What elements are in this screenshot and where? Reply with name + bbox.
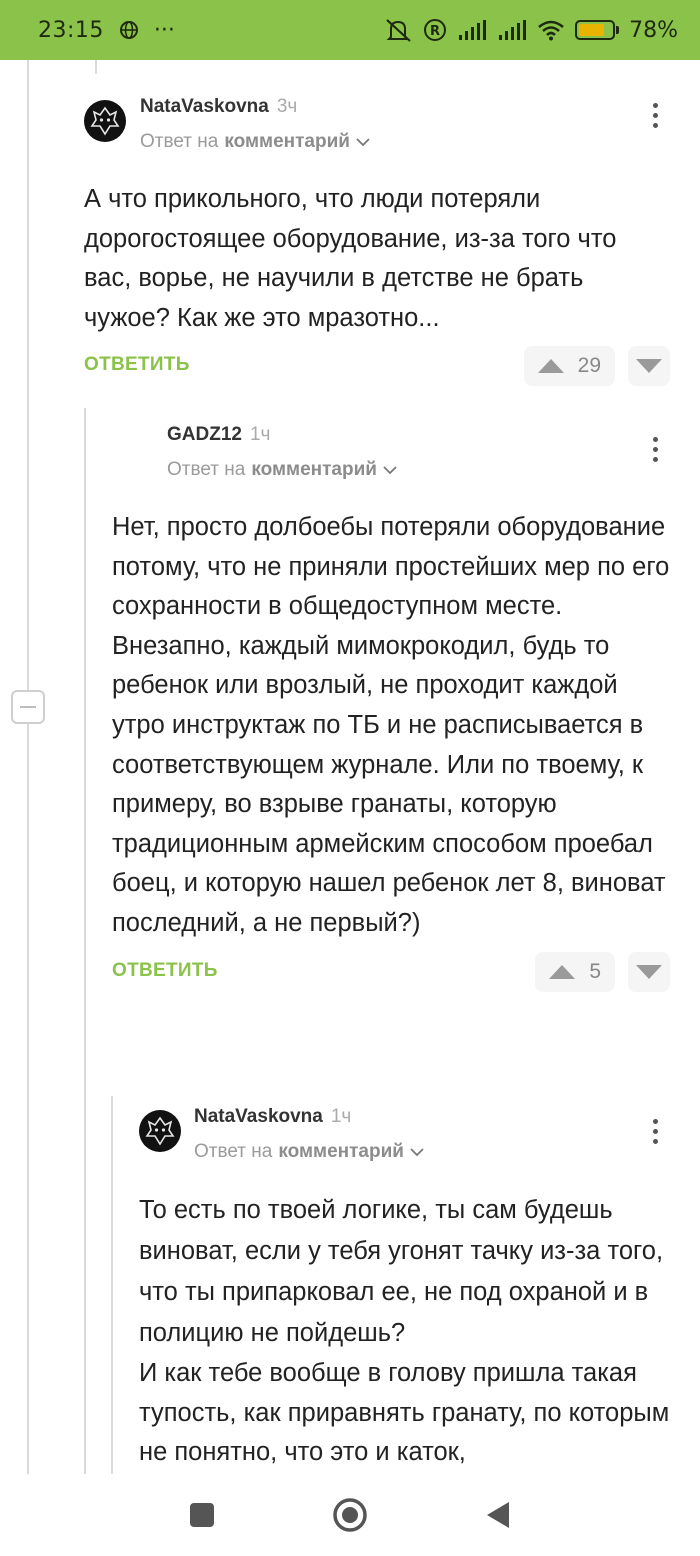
battery-icon xyxy=(575,20,620,40)
back-button[interactable] xyxy=(480,1497,516,1533)
thread-line-level-1 xyxy=(84,408,86,1474)
thread-line-level-2 xyxy=(111,1096,113,1474)
reply-to-link[interactable]: Ответ на комментарий xyxy=(194,1141,424,1163)
thread-line-root xyxy=(27,60,29,1474)
reply-button[interactable]: ОТВЕТИТЬ xyxy=(112,960,218,982)
more-notifications-icon: ··· xyxy=(153,17,175,43)
battery-label: 78% xyxy=(629,17,678,43)
chevron-down-icon xyxy=(383,466,397,475)
comment-paragraph: То есть по твоей логике, ты сам будешь в… xyxy=(139,1196,664,1347)
signal-icon-1 xyxy=(457,19,487,41)
arrow-up-icon xyxy=(549,964,576,979)
square-icon xyxy=(190,1503,214,1527)
comment-paragraph: И как тебе вообще в голову пришла такая … xyxy=(139,1359,670,1467)
thread-line-root-cap xyxy=(95,60,97,74)
arrow-down-icon xyxy=(636,359,662,374)
alarm-off-icon xyxy=(383,17,413,43)
comment: GADZ12 1ч Ответ на комментарий Нет, прост… xyxy=(112,424,670,996)
comment-text: Нет, просто долбоебы потеряли оборудован… xyxy=(112,513,670,937)
comment-author[interactable]: GADZ12 xyxy=(167,424,242,445)
reply-to-link[interactable]: Ответ на комментарий xyxy=(167,459,397,481)
registered-icon: R xyxy=(423,18,447,42)
circle-home-icon xyxy=(333,1498,367,1532)
signal-icon-2 xyxy=(497,19,527,41)
comment-actions: ОТВЕТИТЬ 5 xyxy=(112,951,670,996)
collapse-thread-button[interactable] xyxy=(11,690,45,724)
reply-to-prefix: Ответ на xyxy=(194,1141,273,1162)
status-time: 23:15 xyxy=(38,17,104,43)
comment-text: То есть по твоей логике, ты сам будешь в… xyxy=(139,1190,670,1473)
comment-time: 3ч xyxy=(276,96,298,117)
more-options-icon[interactable] xyxy=(640,90,670,140)
chevron-down-icon xyxy=(356,138,370,147)
comment-author[interactable]: NataVaskovna xyxy=(194,1106,323,1127)
rating-count: 29 xyxy=(577,354,601,378)
wolf-medallion-icon xyxy=(90,106,120,136)
downvote-button[interactable] xyxy=(628,951,670,992)
comment-actions: ОТВЕТИТЬ 29 xyxy=(84,346,670,390)
comment: NataVaskovna 3ч Ответ на комментарий А чт… xyxy=(84,96,670,390)
comment-time: 1ч xyxy=(249,424,271,445)
comment-header: GADZ12 1ч Ответ на комментарий xyxy=(112,424,670,494)
more-options-icon[interactable] xyxy=(640,424,670,474)
reply-to-target: комментарий xyxy=(278,1141,404,1162)
vpn-globe-icon xyxy=(118,19,140,41)
comment: NataVaskovna 1ч Ответ на комментарий То е… xyxy=(139,1106,670,1473)
comment-header: NataVaskovna 3ч Ответ на комментарий xyxy=(84,96,670,166)
more-options-icon[interactable] xyxy=(640,1106,670,1156)
comment-text: А что прикольного, что люди потеряли дор… xyxy=(84,185,617,332)
svg-text:R: R xyxy=(430,24,440,39)
reply-button[interactable]: ОТВЕТИТЬ xyxy=(84,354,190,376)
comment-header: NataVaskovna 1ч Ответ на комментарий xyxy=(139,1106,670,1176)
avatar[interactable] xyxy=(139,1110,181,1152)
wifi-icon xyxy=(537,19,565,41)
avatar[interactable] xyxy=(84,100,126,142)
downvote-button[interactable] xyxy=(628,346,670,387)
upvote-button[interactable]: 5 xyxy=(535,951,615,992)
reply-to-link[interactable]: Ответ на комментарий xyxy=(140,131,370,153)
rating-count: 5 xyxy=(589,959,601,983)
comments-feed[interactable]: NataVaskovna 3ч Ответ на комментарий А чт… xyxy=(0,60,700,1474)
reply-to-prefix: Ответ на xyxy=(140,131,219,152)
chevron-down-icon xyxy=(410,1148,424,1157)
recent-apps-button[interactable] xyxy=(184,1497,220,1533)
wolf-medallion-icon xyxy=(145,1116,175,1146)
comment-time: 1ч xyxy=(330,1106,352,1127)
reply-to-target: комментарий xyxy=(251,459,377,480)
reply-to-prefix: Ответ на xyxy=(167,459,246,480)
comment-author[interactable]: NataVaskovna xyxy=(140,96,269,117)
status-bar: 23:15 ··· R 78% xyxy=(0,0,700,60)
reply-to-target: комментарий xyxy=(224,131,350,152)
upvote-button[interactable]: 29 xyxy=(523,346,615,387)
system-navigation-bar xyxy=(0,1474,700,1556)
home-button[interactable] xyxy=(332,1497,368,1533)
arrow-down-icon xyxy=(636,964,662,979)
triangle-back-icon xyxy=(487,1502,509,1528)
arrow-up-icon xyxy=(537,359,564,374)
